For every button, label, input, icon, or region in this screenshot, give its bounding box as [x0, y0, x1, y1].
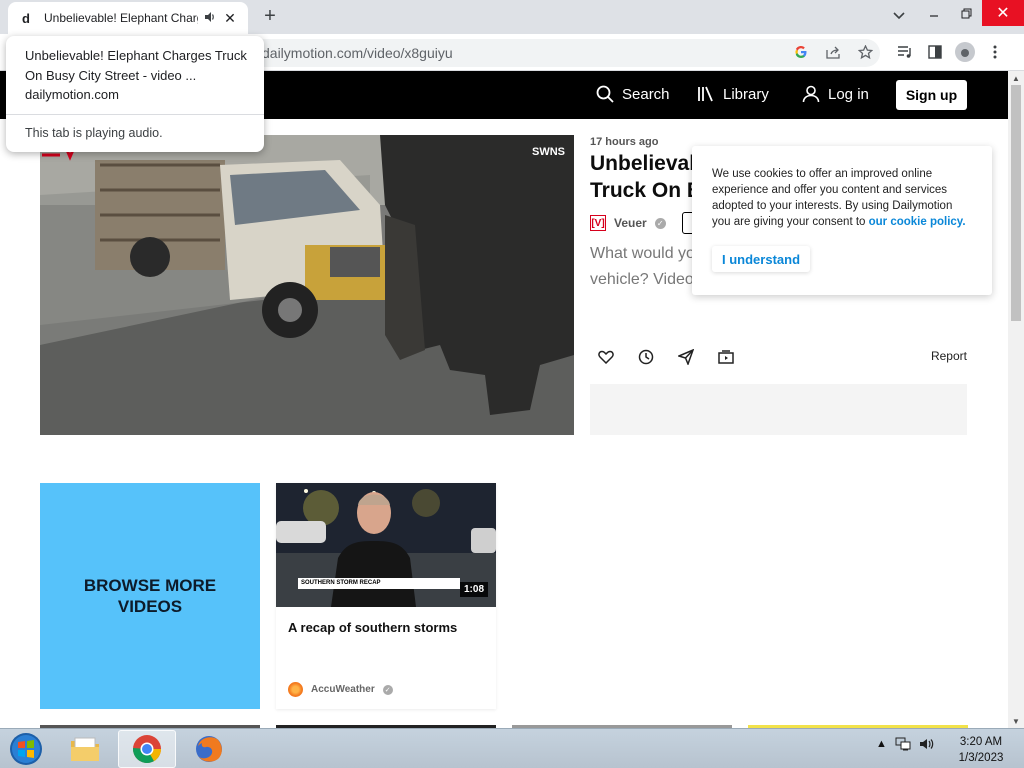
restore-icon[interactable]: [950, 0, 982, 26]
watch-later-clock-icon[interactable]: [634, 345, 658, 369]
library-icon: [698, 86, 713, 102]
toolbar-right-icons: [894, 40, 1006, 64]
library-nav-label: Library: [723, 85, 769, 103]
taskbar-chrome[interactable]: [118, 730, 176, 768]
browser-tab-strip: d Unbelievable! Elephant Charges Truck O…: [0, 0, 1024, 34]
verified-check-icon: ✓: [382, 684, 393, 695]
tab-search-chevron-icon[interactable]: [890, 6, 908, 26]
browse-more-label: BROWSE MORE VIDEOS: [83, 576, 217, 616]
hover-card-domain: dailymotion.com: [25, 87, 119, 102]
video-action-row: Report: [590, 345, 967, 369]
scroll-up-arrow-icon[interactable]: ▲: [1008, 71, 1024, 85]
video-watermark: SWNS: [532, 146, 565, 158]
login-nav-button[interactable]: Log in: [802, 85, 869, 103]
ad-placeholder: [590, 384, 967, 435]
new-tab-plus-icon[interactable]: +: [258, 6, 282, 28]
dailymotion-favicon-icon: d: [22, 10, 30, 26]
verified-check-icon: ✓: [654, 217, 666, 229]
video-posted-time: 17 hours ago: [590, 136, 659, 148]
user-icon: [802, 85, 820, 103]
browse-more-videos-card[interactable]: BROWSE MORE VIDEOS: [40, 483, 260, 709]
cookie-text-block: We use cookies to offer an improved onli…: [712, 166, 972, 230]
minimize-icon[interactable]: [918, 0, 950, 26]
start-button[interactable]: [0, 730, 52, 768]
video-card-title[interactable]: A recap of southern storms: [288, 620, 484, 635]
like-heart-icon[interactable]: [594, 345, 618, 369]
window-close-icon[interactable]: ✕: [982, 0, 1024, 26]
omnibox-actions: [790, 40, 876, 64]
video-player[interactable]: SWNS: [40, 135, 574, 435]
taskbar-explorer[interactable]: [56, 730, 114, 768]
signup-button[interactable]: Sign up: [896, 80, 967, 110]
hover-card-audio-status: This tab is playing audio.: [25, 126, 163, 140]
video-card-thumbnail[interactable]: SOUTHERN STORM RECAP 1:08: [276, 483, 496, 607]
speaker-icon[interactable]: [202, 11, 218, 26]
system-clock[interactable]: 3:20 AM 1/3/2023: [946, 734, 1016, 766]
menu-dots-icon[interactable]: [984, 40, 1006, 64]
share-send-icon[interactable]: [674, 345, 698, 369]
video-card-channel[interactable]: AccuWeather ✓: [288, 682, 393, 697]
hover-card-title: Unbelievable! Elephant Charges Truck On …: [25, 48, 247, 83]
veuer-logo-icon[interactable]: [V]: [590, 215, 606, 231]
browser-tab-active[interactable]: d Unbelievable! Elephant Charges Truck O…: [8, 2, 248, 34]
windows-start-orb-icon: [10, 733, 42, 765]
video-frame: [40, 135, 574, 435]
tray-expand-arrow-icon[interactable]: ▲: [876, 738, 887, 750]
video-card-channel-name: AccuWeather: [311, 684, 375, 695]
media-queue-icon[interactable]: [894, 40, 916, 64]
thumbnail-caption: SOUTHERN STORM RECAP: [298, 578, 460, 589]
tab-close-icon[interactable]: ✕: [222, 10, 238, 27]
channel-name-link[interactable]: Veuer: [614, 216, 647, 230]
page-scrollbar[interactable]: ▲ ▼: [1008, 71, 1024, 728]
scroll-down-arrow-icon[interactable]: ▼: [1008, 714, 1024, 728]
tab-hover-card: Unbelievable! Elephant Charges Truck On …: [6, 36, 264, 152]
report-link[interactable]: Report: [931, 349, 967, 363]
share-icon[interactable]: [822, 40, 844, 64]
search-nav-label: Search: [622, 85, 670, 103]
library-nav-button[interactable]: Library: [697, 85, 769, 103]
profile-avatar-icon[interactable]: [954, 40, 976, 64]
video-duration-badge: 1:08: [459, 582, 488, 597]
volume-icon[interactable]: [919, 737, 935, 751]
firefox-icon: [196, 736, 222, 762]
network-icon[interactable]: [895, 737, 911, 751]
system-tray: ▲: [876, 737, 935, 751]
hover-card-divider: [6, 114, 264, 115]
address-bar-url: dailymotion.com/video/x8guiyu: [262, 45, 453, 61]
folder-icon: [71, 737, 99, 761]
cookie-consent-banner: We use cookies to offer an improved onli…: [692, 146, 992, 295]
login-nav-label: Log in: [828, 85, 869, 103]
clock-time: 3:20 AM: [959, 736, 1003, 748]
cookie-accept-button[interactable]: I understand: [712, 246, 811, 272]
taskbar-firefox[interactable]: [180, 730, 238, 768]
bookmark-star-icon[interactable]: [854, 40, 876, 64]
side-panel-icon[interactable]: [924, 40, 946, 64]
clock-date: 1/3/2023: [958, 752, 1004, 764]
google-icon[interactable]: [790, 40, 812, 64]
windows-taskbar: ▲ 3:20 AM 1/3/2023: [0, 728, 1024, 768]
cookie-policy-link[interactable]: our cookie policy.: [869, 216, 966, 228]
scrollbar-thumb[interactable]: [1011, 85, 1021, 321]
address-bar[interactable]: dailymotion.com/video/x8guiyu: [240, 39, 880, 67]
tab-title: Unbelievable! Elephant Charges Truck On …: [44, 11, 198, 25]
chrome-icon: [133, 735, 161, 763]
accuweather-logo-icon: [288, 682, 303, 697]
search-icon: [596, 85, 614, 103]
video-card[interactable]: SOUTHERN STORM RECAP 1:08 A recap of sou…: [276, 483, 496, 709]
search-nav-button[interactable]: Search: [596, 85, 670, 103]
window-controls: ✕: [918, 0, 1024, 26]
add-to-playlist-icon[interactable]: [714, 345, 738, 369]
